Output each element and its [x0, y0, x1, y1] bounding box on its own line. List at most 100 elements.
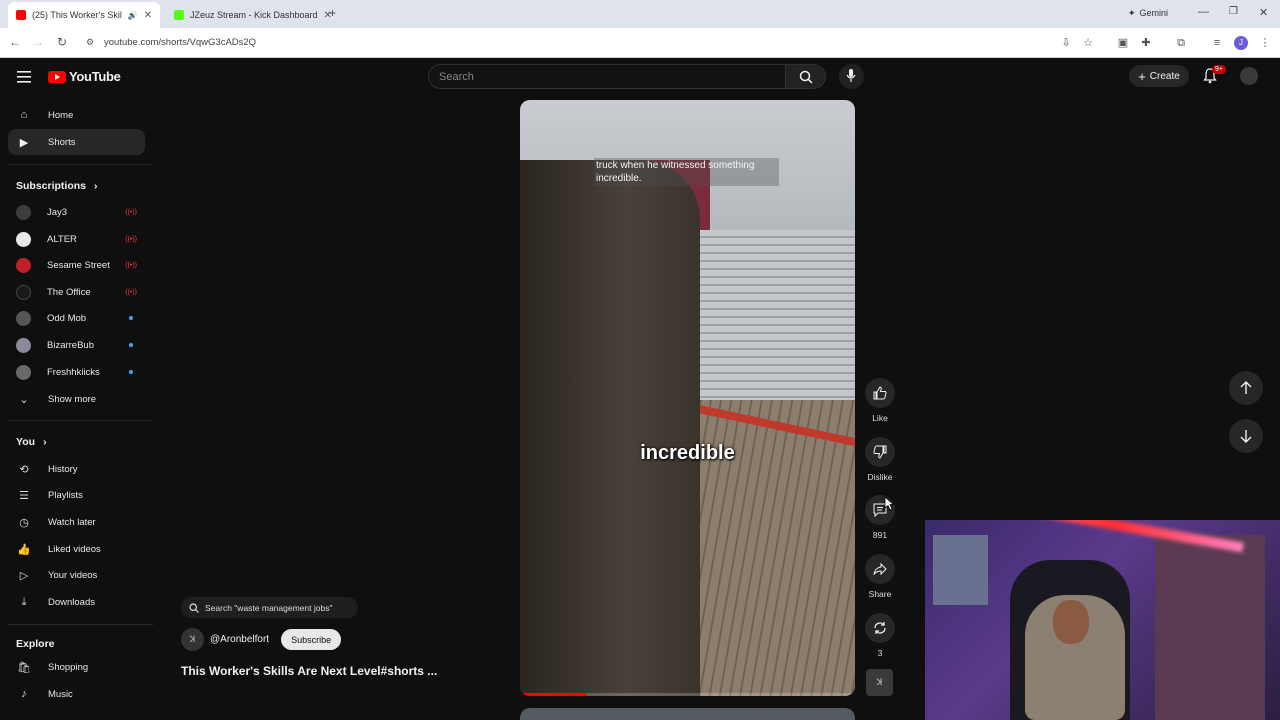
divider: [8, 164, 153, 165]
arrow-down-icon: [1240, 430, 1252, 443]
thumbs-down-icon: [865, 437, 895, 467]
youtube-logo[interactable]: YouTube: [48, 69, 121, 84]
sidebar-item-the-office[interactable]: The Office ((•)): [8, 279, 145, 305]
shorts-icon: ▶: [19, 136, 29, 149]
subscriptions-heading-label: Subscriptions: [16, 180, 87, 192]
live-indicator-icon: ((•)): [125, 235, 137, 243]
forward-icon[interactable]: →: [30, 35, 46, 49]
create-button[interactable]: + Create: [1129, 65, 1189, 87]
like-button[interactable]: Like: [862, 378, 898, 423]
back-icon[interactable]: ←: [7, 35, 23, 49]
create-label: Create: [1149, 70, 1180, 82]
voice-search-button[interactable]: [839, 64, 864, 89]
remix-icon: [865, 613, 895, 643]
like-icon: 👍: [17, 543, 31, 556]
sidebar-item-history[interactable]: ⟲ History: [8, 456, 145, 482]
tab-title: (25) This Worker's Skills Are...: [32, 10, 122, 20]
next-short-button[interactable]: [1229, 419, 1263, 453]
sidebar-item-shopping[interactable]: 🛍 Shopping: [8, 654, 145, 680]
sidebar-item-home[interactable]: ⌂ Home: [8, 102, 145, 128]
shorts-video-player[interactable]: truck when he witnessed something incred…: [520, 100, 855, 696]
sidebar-item-odd-mob[interactable]: Odd Mob: [8, 305, 145, 331]
dislike-button[interactable]: Dislike: [862, 437, 898, 482]
new-tab-button[interactable]: +: [329, 6, 336, 20]
video-frame-truck: [520, 160, 700, 696]
minimize-icon[interactable]: —: [1198, 6, 1209, 18]
channel-avatar[interactable]: ꓘ: [181, 628, 204, 651]
browser-menu-icon[interactable]: ⋮: [1258, 36, 1272, 50]
video-title[interactable]: This Worker's Skills Are Next Level#shor…: [181, 664, 437, 678]
new-content-dot: [129, 343, 133, 347]
dislike-label: Dislike: [867, 472, 893, 482]
video-progress-bar[interactable]: [520, 693, 855, 696]
sidebar-item-music[interactable]: ♪ Music: [8, 681, 145, 707]
live-indicator-icon: ((•)): [125, 288, 137, 296]
restore-icon[interactable]: ❐: [1229, 6, 1238, 17]
extensions-puzzle-icon[interactable]: ✚: [1139, 36, 1153, 50]
video-caption-text: truck when he witnessed something incred…: [594, 158, 779, 186]
playlists-icon: ☰: [19, 489, 29, 502]
search-input[interactable]: [429, 65, 785, 89]
youtube-header: YouTube + Create 9+: [0, 58, 1280, 98]
sidebar-item-downloads[interactable]: ⤓ Downloads: [8, 589, 145, 615]
install-icon[interactable]: ⇩: [1059, 36, 1073, 50]
search-icon: [799, 70, 813, 84]
gemini-button[interactable]: ✦ Gemini: [1128, 8, 1168, 19]
site-info-icon[interactable]: ⚙: [82, 37, 98, 48]
sidebar-item-alter[interactable]: ALTER ((•)): [8, 226, 145, 252]
sidebar-item-shorts[interactable]: ▶ Shorts: [8, 129, 145, 155]
next-short-preview[interactable]: [520, 708, 855, 720]
audio-icon: 🔊: [127, 10, 138, 20]
browser-tab-youtube[interactable]: (25) This Worker's Skills Are... 🔊 ✕: [8, 2, 160, 28]
sidebar-item-your-videos[interactable]: ▷ Your videos: [8, 562, 145, 588]
hamburger-menu-icon[interactable]: [17, 71, 31, 83]
sidebar-item-watch-later[interactable]: ◷ Watch later: [8, 509, 145, 535]
share-button[interactable]: Share: [862, 554, 898, 599]
browser-tab-kick[interactable]: JZeuz Stream - Kick Dashboard ✕: [166, 2, 332, 28]
sidebar-item-label: Home: [48, 109, 74, 121]
new-content-dot: [129, 316, 133, 320]
channel-handle[interactable]: @Aronbelfort: [210, 634, 269, 645]
reload-icon[interactable]: ↻: [54, 35, 70, 49]
previous-short-button[interactable]: [1229, 371, 1263, 405]
sidebar-item-label: Jay3: [47, 206, 68, 218]
home-icon: ⌂: [20, 109, 28, 121]
sidebar-item-playlists[interactable]: ☰ Playlists: [8, 482, 145, 508]
sidebar-item-liked-videos[interactable]: 👍 Liked videos: [8, 536, 145, 562]
channel-avatar: [16, 364, 31, 380]
close-window-icon[interactable]: ✕: [1259, 6, 1268, 19]
remix-button[interactable]: 3: [862, 613, 898, 658]
extension-icon[interactable]: ▣: [1116, 36, 1130, 50]
search-button[interactable]: [786, 64, 826, 89]
sidebar-item-label: Your videos: [48, 569, 98, 581]
related-search-chip[interactable]: Search "waste management jobs": [181, 597, 358, 618]
account-avatar[interactable]: [1240, 67, 1258, 85]
notification-count-badge: 9+: [1212, 65, 1226, 74]
sidebar-item-sesame-street[interactable]: Sesame Street ((•)): [8, 252, 145, 278]
explore-heading: Explore: [16, 638, 55, 650]
subscribe-button[interactable]: Subscribe: [281, 629, 342, 650]
media-control-icon[interactable]: ≡: [1210, 36, 1224, 50]
profile-avatar-icon[interactable]: J: [1234, 36, 1248, 50]
close-tab-icon[interactable]: ✕: [144, 10, 152, 21]
you-heading[interactable]: You ›: [16, 436, 47, 448]
watch-later-icon: ◷: [19, 516, 29, 529]
channel-avatar: [16, 204, 31, 220]
sidebar-item-label: Shorts: [48, 136, 76, 148]
bookmark-star-icon[interactable]: ☆: [1081, 36, 1095, 50]
channel-avatar: [16, 337, 31, 353]
sidebar-item-jay3[interactable]: Jay3 ((•)): [8, 199, 145, 225]
download-icon: ⤓: [21, 595, 27, 608]
browser-address-bar: ← → ↻ ⚙ youtube.com/shorts/VqwG3cADs2Q ⇩…: [0, 28, 1280, 58]
sidebar-item-label: Liked videos: [48, 543, 101, 555]
video-overlay-subtitle: incredible: [640, 442, 735, 464]
sidebar-item-freshhkiicks[interactable]: Freshhkiicks: [8, 359, 145, 385]
show-more-button[interactable]: ⌄ Show more: [8, 386, 145, 412]
sidebar-item-bizarrebub[interactable]: BizarreBub: [8, 332, 145, 358]
like-label: Like: [872, 413, 888, 423]
channel-row: ꓘ @Aronbelfort Subscribe: [181, 628, 342, 651]
subscriptions-heading[interactable]: Subscriptions ›: [16, 180, 98, 192]
tab-search-icon[interactable]: ⧉: [1174, 36, 1188, 50]
sound-channel-avatar[interactable]: ꓘ: [866, 669, 893, 696]
url-field[interactable]: youtube.com/shorts/VqwG3cADs2Q: [104, 37, 256, 48]
